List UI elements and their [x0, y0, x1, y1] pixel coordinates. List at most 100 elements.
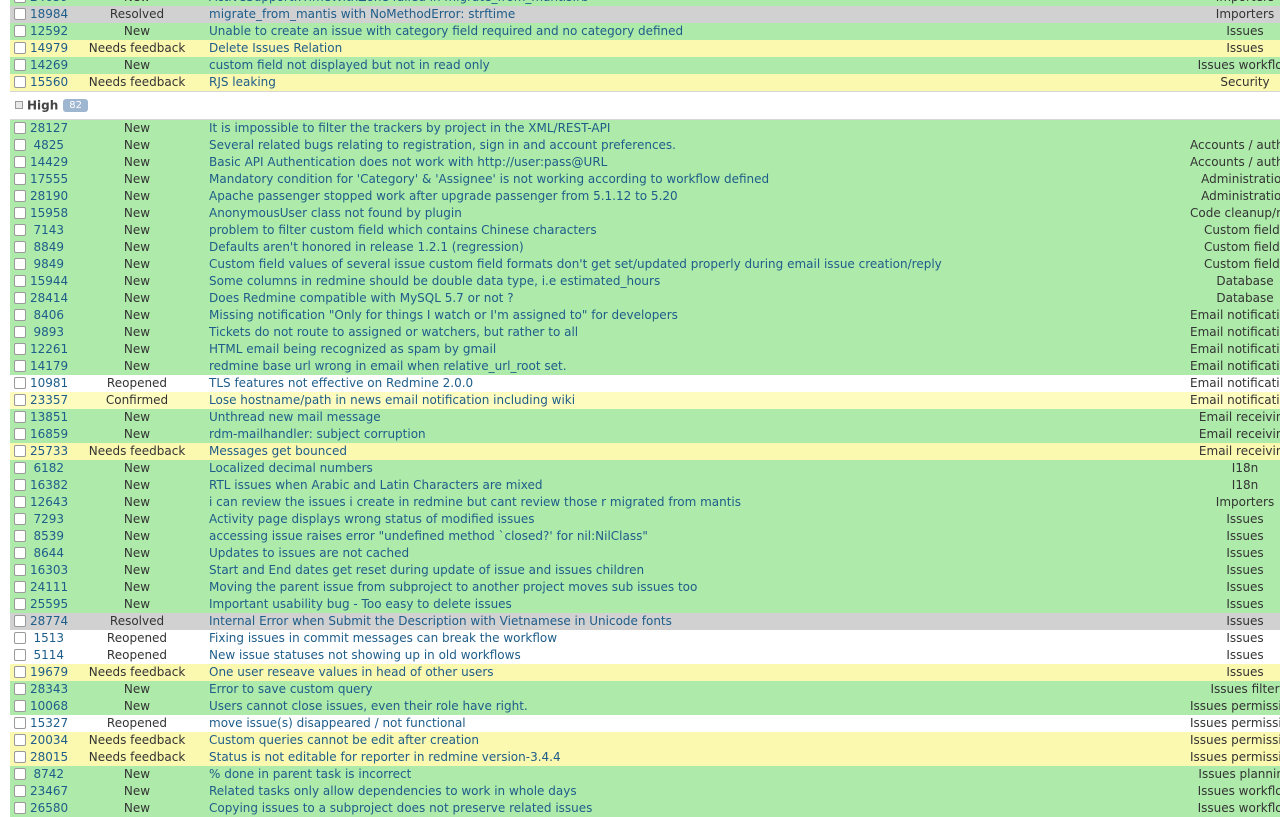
issue-id-link[interactable]: 7143 — [33, 223, 64, 237]
issue-id-link[interactable]: 26580 — [30, 801, 68, 815]
issue-id-link[interactable]: 28414 — [30, 291, 68, 305]
issue-subject-link[interactable]: rdm-mailhandler: subject corruption — [209, 427, 426, 441]
checkbox-cell[interactable] — [10, 256, 30, 273]
issue-id-link[interactable]: 23467 — [30, 784, 68, 798]
issue-subject-link[interactable]: Internal Error when Submit the Descripti… — [209, 614, 672, 628]
issue-row[interactable]: 8644 New Updates to issues are not cache… — [10, 545, 1280, 562]
issue-row[interactable]: 7143 New problem to filter custom field … — [10, 222, 1280, 239]
issue-row[interactable]: 19679 Needs feedback One user reseave va… — [10, 664, 1280, 681]
issue-row[interactable]: 16859 New rdm-mailhandler: subject corru… — [10, 426, 1280, 443]
issue-row[interactable]: 14179 New redmine base url wrong in emai… — [10, 358, 1280, 375]
row-checkbox[interactable] — [14, 138, 26, 151]
issue-row[interactable]: 8849 New Defaults aren't honored in rele… — [10, 239, 1280, 256]
checkbox-cell[interactable] — [10, 715, 30, 732]
issue-id-link[interactable]: 1513 — [33, 631, 64, 645]
issue-id-link[interactable]: 9893 — [33, 325, 64, 339]
issue-id-link[interactable]: 15958 — [30, 206, 68, 220]
row-checkbox[interactable] — [14, 461, 26, 474]
issue-id-link[interactable]: 16859 — [30, 427, 68, 441]
issue-row[interactable]: 14269 New custom field not displayed but… — [10, 57, 1280, 74]
issue-id-link[interactable]: 28127 — [30, 121, 68, 135]
row-checkbox[interactable] — [14, 495, 26, 508]
row-checkbox[interactable] — [14, 444, 26, 457]
issue-row[interactable]: 13851 New Unthread new mail message Emai… — [10, 409, 1280, 426]
row-checkbox[interactable] — [14, 801, 26, 814]
issue-id-link[interactable]: 28015 — [30, 750, 68, 764]
checkbox-cell[interactable] — [10, 511, 30, 528]
issue-row[interactable]: 23357 Confirmed Lose hostname/path in ne… — [10, 392, 1280, 409]
issue-subject-link[interactable]: Does Redmine compatible with MySQL 5.7 o… — [209, 291, 514, 305]
checkbox-cell[interactable] — [10, 698, 30, 715]
issue-row[interactable]: 16382 New RTL issues when Arabic and Lat… — [10, 477, 1280, 494]
issue-row[interactable]: 15958 New AnonymousUser class not found … — [10, 205, 1280, 222]
checkbox-cell[interactable] — [10, 579, 30, 596]
issue-subject-link[interactable]: Status is not editable for reporter in r… — [209, 750, 561, 764]
checkbox-cell[interactable] — [10, 409, 30, 426]
row-checkbox[interactable] — [14, 291, 26, 304]
issue-subject-link[interactable]: move issue(s) disappeared / not function… — [209, 716, 466, 730]
issue-subject-link[interactable]: Tickets do not route to assigned or watc… — [209, 325, 578, 339]
checkbox-cell[interactable] — [10, 290, 30, 307]
row-checkbox[interactable] — [14, 240, 26, 253]
row-checkbox[interactable] — [14, 359, 26, 372]
issue-id-link[interactable]: 28343 — [30, 682, 68, 696]
row-checkbox[interactable] — [14, 376, 26, 389]
row-checkbox[interactable] — [14, 155, 26, 168]
issue-subject-link[interactable]: Moving the parent issue from subproject … — [209, 580, 697, 594]
row-checkbox[interactable] — [14, 733, 26, 746]
issue-id-link[interactable]: 13851 — [30, 410, 68, 424]
issue-subject-link[interactable]: Messages get bounced — [209, 444, 347, 458]
issue-row[interactable]: 16303 New Start and End dates get reset … — [10, 562, 1280, 579]
checkbox-cell[interactable] — [10, 647, 30, 664]
row-checkbox[interactable] — [14, 512, 26, 525]
issue-subject-link[interactable]: RJS leaking — [209, 75, 276, 89]
issue-subject-link[interactable]: Start and End dates get reset during upd… — [209, 563, 644, 577]
issue-subject-link[interactable]: problem to filter custom field which con… — [209, 223, 597, 237]
checkbox-cell[interactable] — [10, 426, 30, 443]
issue-row[interactable]: 5114 Reopened New issue statuses not sho… — [10, 647, 1280, 664]
issue-subject-link[interactable]: Delete Issues Relation — [209, 41, 342, 55]
row-checkbox[interactable] — [14, 529, 26, 542]
issue-id-link[interactable]: 18984 — [30, 7, 68, 21]
checkbox-cell[interactable] — [10, 749, 30, 766]
issue-row[interactable]: 8539 New accessing issue raises error "u… — [10, 528, 1280, 545]
issue-row[interactable]: 28414 New Does Redmine compatible with M… — [10, 290, 1280, 307]
issue-subject-link[interactable]: Custom queries cannot be edit after crea… — [209, 733, 479, 747]
row-checkbox[interactable] — [14, 410, 26, 423]
row-checkbox[interactable] — [14, 257, 26, 270]
issue-subject-link[interactable]: redmine base url wrong in email when rel… — [209, 359, 567, 373]
issue-row[interactable]: 15327 Reopened move issue(s) disappeared… — [10, 715, 1280, 732]
row-checkbox[interactable] — [14, 580, 26, 593]
issue-row[interactable]: 24111 New Moving the parent issue from s… — [10, 579, 1280, 596]
issue-subject-link[interactable]: Copying issues to a subproject does not … — [209, 801, 592, 815]
row-checkbox[interactable] — [14, 206, 26, 219]
issue-id-link[interactable]: 15327 — [30, 716, 68, 730]
row-checkbox[interactable] — [14, 325, 26, 338]
issue-subject-link[interactable]: Unthread new mail message — [209, 410, 381, 424]
issue-subject-link[interactable]: TLS features not effective on Redmine 2.… — [209, 376, 473, 390]
row-checkbox[interactable] — [14, 631, 26, 644]
issue-row[interactable]: 12261 New HTML email being recognized as… — [10, 341, 1280, 358]
issue-subject-link[interactable]: Custom field values of several issue cus… — [209, 257, 942, 271]
checkbox-cell[interactable] — [10, 188, 30, 205]
checkbox-cell[interactable] — [10, 171, 30, 188]
row-checkbox[interactable] — [14, 342, 26, 355]
issue-id-link[interactable]: 14979 — [30, 41, 68, 55]
issue-subject-link[interactable]: New issue statuses not showing up in old… — [209, 648, 521, 662]
row-checkbox[interactable] — [14, 597, 26, 610]
issue-subject-link[interactable]: accessing issue raises error "undefined … — [209, 529, 648, 543]
row-checkbox[interactable] — [14, 750, 26, 763]
row-checkbox[interactable] — [14, 614, 26, 627]
group-header-cell[interactable]: High 82 — [10, 91, 1280, 120]
issue-subject-link[interactable]: Users cannot close issues, even their ro… — [209, 699, 528, 713]
issue-row[interactable]: 23467 New Related tasks only allow depen… — [10, 783, 1280, 800]
issue-id-link[interactable]: 15944 — [30, 274, 68, 288]
issue-subject-link[interactable]: Several related bugs relating to registr… — [209, 138, 676, 152]
checkbox-cell[interactable] — [10, 766, 30, 783]
row-checkbox[interactable] — [14, 223, 26, 236]
issue-row[interactable]: 15944 New Some columns in redmine should… — [10, 273, 1280, 290]
checkbox-cell[interactable] — [10, 732, 30, 749]
checkbox-cell[interactable] — [10, 630, 30, 647]
issue-id-link[interactable]: 8742 — [33, 767, 64, 781]
issue-subject-link[interactable]: migrate_from_mantis with NoMethodError: … — [209, 7, 515, 21]
